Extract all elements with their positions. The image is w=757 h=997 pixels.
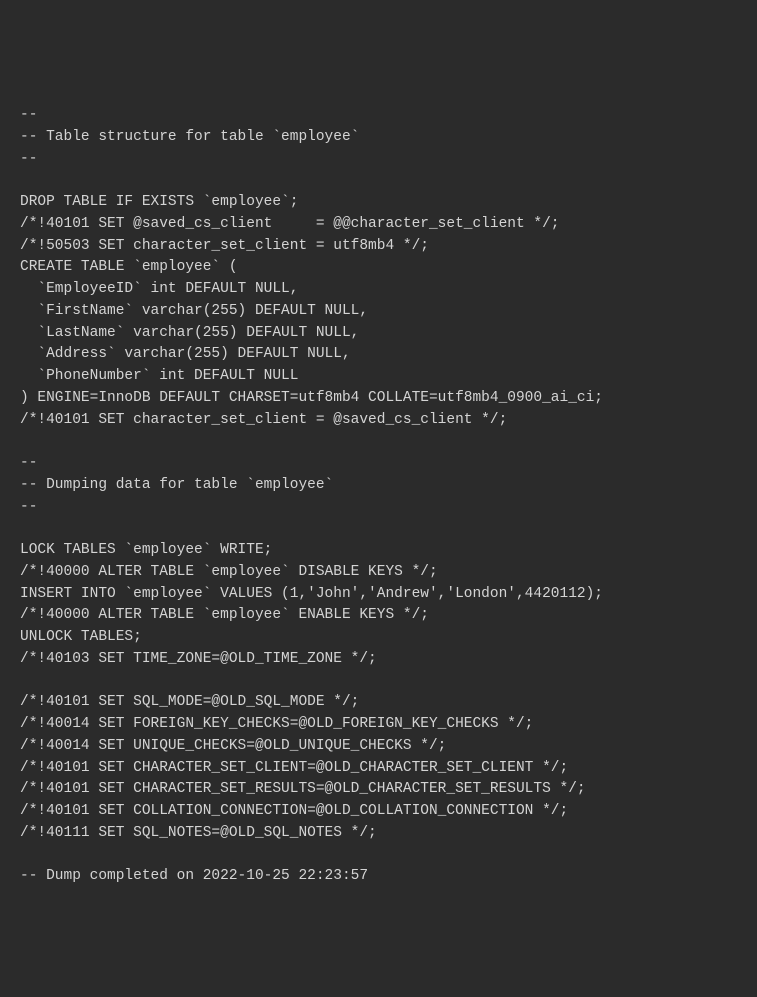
sql-dump-code: -- -- Table structure for table `employe…	[20, 105, 737, 888]
